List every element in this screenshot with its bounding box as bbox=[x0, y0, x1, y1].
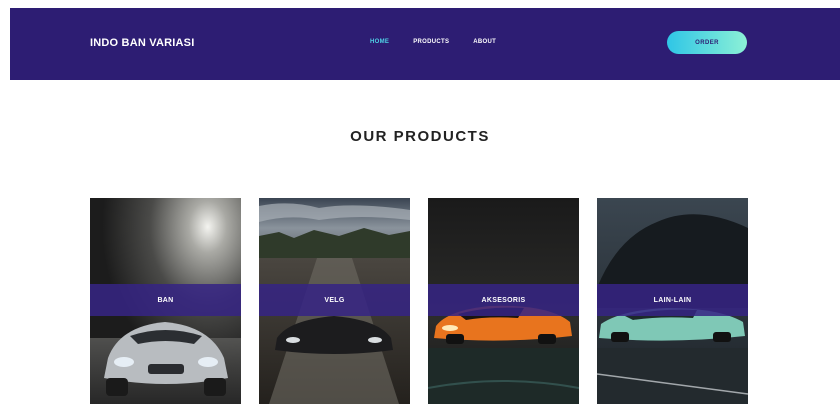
product-card-aksesoris[interactable]: AKSESORIS bbox=[428, 198, 579, 404]
nav-link-home[interactable]: HOME bbox=[370, 39, 389, 45]
product-card-lain-lain[interactable]: LAIN-LAIN bbox=[597, 198, 748, 404]
card-label-aksesoris: AKSESORIS bbox=[481, 296, 526, 304]
product-card-ban[interactable]: BAN bbox=[90, 198, 241, 404]
order-button[interactable]: ORDER bbox=[667, 31, 747, 54]
card-label-velg: VELG bbox=[324, 296, 345, 304]
card-band: LAIN-LAIN bbox=[597, 284, 748, 316]
card-band: AKSESORIS bbox=[428, 284, 579, 316]
section-title: OUR PRODUCTS bbox=[350, 128, 490, 145]
navbar: INDO BAN VARIASI HOME PRODUCTS ABOUT ORD… bbox=[10, 8, 840, 80]
card-label-lain-lain: LAIN-LAIN bbox=[653, 296, 692, 304]
card-label-ban: BAN bbox=[157, 296, 174, 304]
card-band: BAN bbox=[90, 284, 241, 316]
nav-link-products[interactable]: PRODUCTS bbox=[413, 39, 449, 45]
product-cards: BAN VELG AKSESORIS LAIN-LAIN bbox=[90, 198, 750, 404]
page: INDO BAN VARIASI HOME PRODUCTS ABOUT ORD… bbox=[0, 0, 840, 404]
brand-logo[interactable]: INDO BAN VARIASI bbox=[90, 37, 194, 49]
nav-link-about[interactable]: ABOUT bbox=[473, 39, 496, 45]
nav-links: HOME PRODUCTS ABOUT bbox=[370, 39, 520, 45]
product-card-velg[interactable]: VELG bbox=[259, 198, 410, 404]
card-band: VELG bbox=[259, 284, 410, 316]
